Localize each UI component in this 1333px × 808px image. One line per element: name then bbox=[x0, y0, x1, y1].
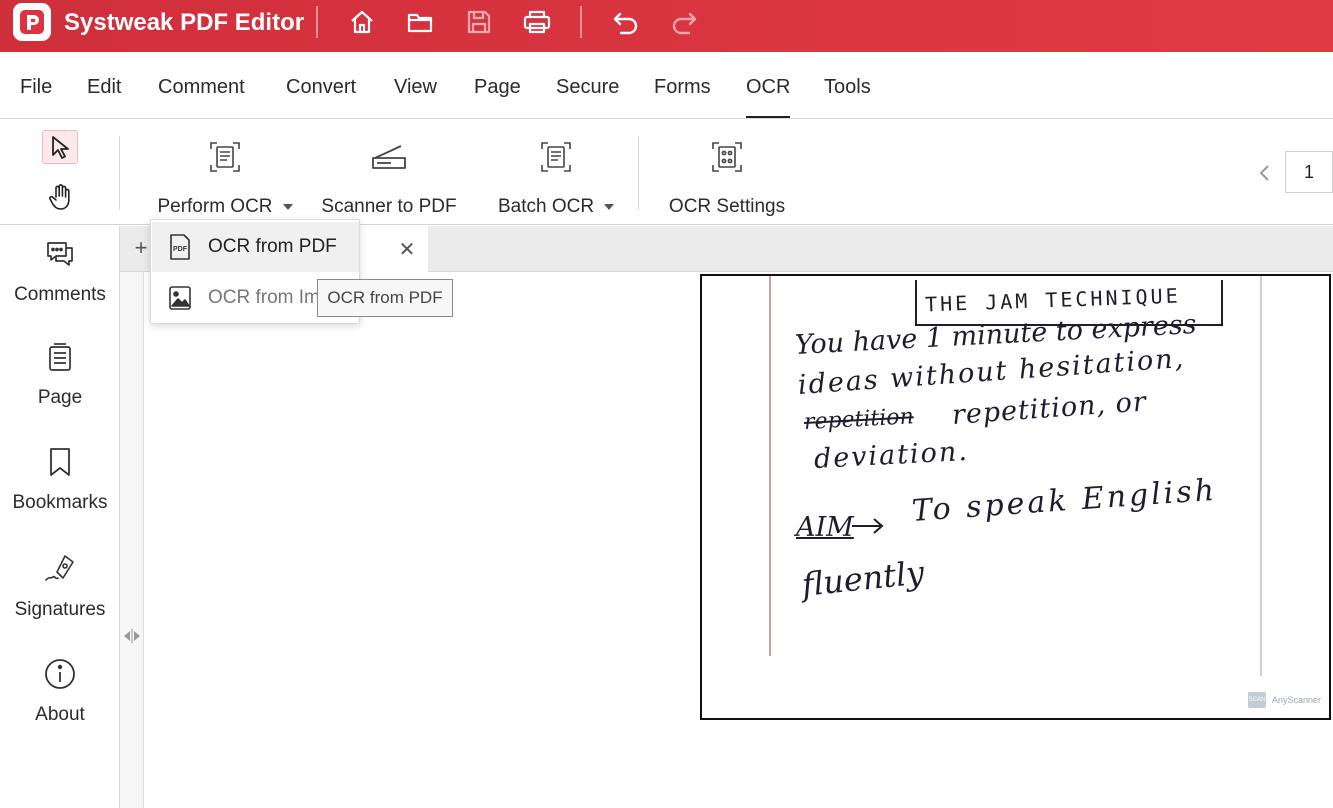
handwritten-line: deviation. bbox=[813, 435, 970, 475]
sidebar-item-signatures[interactable]: Signatures bbox=[0, 551, 120, 621]
menu-item-label: OCR from Image bbox=[208, 287, 318, 308]
toolbar-separator bbox=[316, 6, 318, 38]
bookmark-icon bbox=[50, 448, 70, 476]
handwritten-aim-label: AIM bbox=[796, 512, 854, 543]
chevron-down-icon bbox=[282, 204, 293, 210]
sidebar-item-comments[interactable]: Comments bbox=[0, 236, 120, 306]
sidebar-item-label: About bbox=[35, 704, 85, 725]
handwritten-line: fluently bbox=[800, 553, 926, 604]
toolbar-separator bbox=[580, 6, 582, 38]
image-file-icon bbox=[169, 286, 191, 310]
undo-icon[interactable] bbox=[610, 6, 642, 38]
menu-forms[interactable]: Forms bbox=[654, 76, 711, 99]
pdf-badge: PDF bbox=[173, 246, 188, 253]
app-logo-icon bbox=[13, 3, 51, 41]
batch-ocr-icon bbox=[541, 142, 571, 172]
watermark-text: AnyScanner bbox=[1272, 695, 1322, 705]
menu-comment[interactable]: Comment bbox=[158, 76, 245, 99]
sidebar-item-label: Signatures bbox=[14, 599, 106, 620]
handwritten-line: To speak English bbox=[910, 472, 1219, 529]
scanner-to-pdf-button[interactable]: Scanner to PDF bbox=[320, 136, 458, 218]
home-icon[interactable] bbox=[346, 6, 378, 38]
menu-file[interactable]: File bbox=[20, 76, 52, 99]
left-sidebar: Comments Page Bookmarks Signatures About bbox=[0, 226, 120, 808]
ocr-settings-button[interactable]: OCR Settings bbox=[664, 136, 790, 218]
scan-badge: SCAN bbox=[1248, 692, 1266, 708]
scanner-to-pdf-label: Scanner to PDF bbox=[321, 196, 457, 217]
handwritten-line: repetition, or bbox=[950, 386, 1148, 431]
sidebar-item-page[interactable]: Page bbox=[0, 339, 120, 409]
page-icon bbox=[49, 343, 71, 371]
panel-splitter-handle[interactable] bbox=[121, 626, 143, 646]
sidebar-item-bookmarks[interactable]: Bookmarks bbox=[0, 444, 120, 514]
batch-ocr-label: Batch OCR bbox=[497, 196, 595, 217]
sidebar-item-label: Page bbox=[37, 387, 83, 408]
ocr-ribbon: Perform OCR Scanner to PDF Batch OCR OCR… bbox=[0, 120, 1333, 225]
select-tool-button[interactable] bbox=[42, 130, 78, 164]
comments-icon bbox=[47, 242, 73, 266]
split-arrows-icon bbox=[124, 629, 140, 643]
page-number-input[interactable]: 1 bbox=[1285, 151, 1333, 193]
ribbon-separator bbox=[638, 136, 639, 210]
thumbnail-strip bbox=[120, 272, 144, 808]
ocr-settings-label: OCR Settings bbox=[668, 196, 786, 217]
menu-item-ocr-from-pdf[interactable]: PDF OCR from PDF bbox=[152, 222, 359, 272]
previous-page-button[interactable] bbox=[1254, 160, 1274, 186]
add-tab-button[interactable]: + bbox=[130, 234, 152, 262]
ocr-scan-icon bbox=[210, 142, 240, 172]
folder-icon[interactable] bbox=[404, 6, 436, 38]
handwritten-struck-word: repetition bbox=[803, 404, 915, 435]
menu-secure[interactable]: Secure bbox=[556, 76, 619, 99]
app-title: Systweak PDF Editor bbox=[64, 9, 305, 36]
save-icon[interactable] bbox=[463, 6, 495, 38]
menu-view[interactable]: View bbox=[394, 76, 437, 99]
notebook-margin-line bbox=[769, 276, 771, 656]
anyscanner-watermark: SCAN AnyScanner bbox=[1248, 692, 1321, 708]
menu-tools[interactable]: Tools bbox=[824, 76, 871, 99]
title-bar: Systweak PDF Editor bbox=[0, 0, 1333, 52]
perform-ocr-button[interactable]: Perform OCR bbox=[150, 136, 300, 218]
chevron-down-icon bbox=[604, 204, 615, 210]
menu-item-label: OCR from PDF bbox=[208, 236, 337, 257]
tooltip: OCR from PDF bbox=[317, 279, 453, 317]
close-tab-icon[interactable]: ✕ bbox=[396, 236, 418, 262]
sidebar-item-label: Comments bbox=[14, 284, 106, 305]
batch-ocr-button[interactable]: Batch OCR bbox=[494, 136, 618, 218]
redo-icon[interactable] bbox=[668, 6, 700, 38]
scanner-icon bbox=[372, 145, 406, 169]
chevron-left-icon bbox=[1259, 165, 1269, 181]
hand-tool-button[interactable] bbox=[42, 180, 78, 214]
hand-icon bbox=[49, 184, 70, 210]
perform-ocr-label: Perform OCR bbox=[157, 196, 273, 217]
menu-page[interactable]: Page bbox=[474, 76, 521, 99]
sidebar-item-about[interactable]: About bbox=[0, 656, 120, 726]
signature-pen-icon bbox=[45, 555, 74, 581]
notebook-margin-line bbox=[1260, 276, 1262, 676]
menu-ocr[interactable]: OCR bbox=[746, 76, 791, 118]
pdf-page: THE JAM TECHNIQUE You have 1 minute to e… bbox=[700, 274, 1331, 720]
menu-convert[interactable]: Convert bbox=[286, 76, 356, 99]
menu-bar: File Edit Comment Convert View Page Secu… bbox=[0, 52, 1333, 119]
sidebar-item-label: Bookmarks bbox=[12, 492, 108, 513]
ocr-settings-icon bbox=[712, 142, 742, 172]
cursor-arrow-icon bbox=[52, 136, 69, 159]
info-icon bbox=[45, 659, 75, 689]
print-icon[interactable] bbox=[521, 6, 553, 38]
ribbon-separator bbox=[119, 136, 120, 210]
pdf-file-icon: PDF bbox=[170, 234, 190, 260]
arrow-right-icon bbox=[852, 518, 884, 534]
menu-edit[interactable]: Edit bbox=[87, 76, 121, 99]
